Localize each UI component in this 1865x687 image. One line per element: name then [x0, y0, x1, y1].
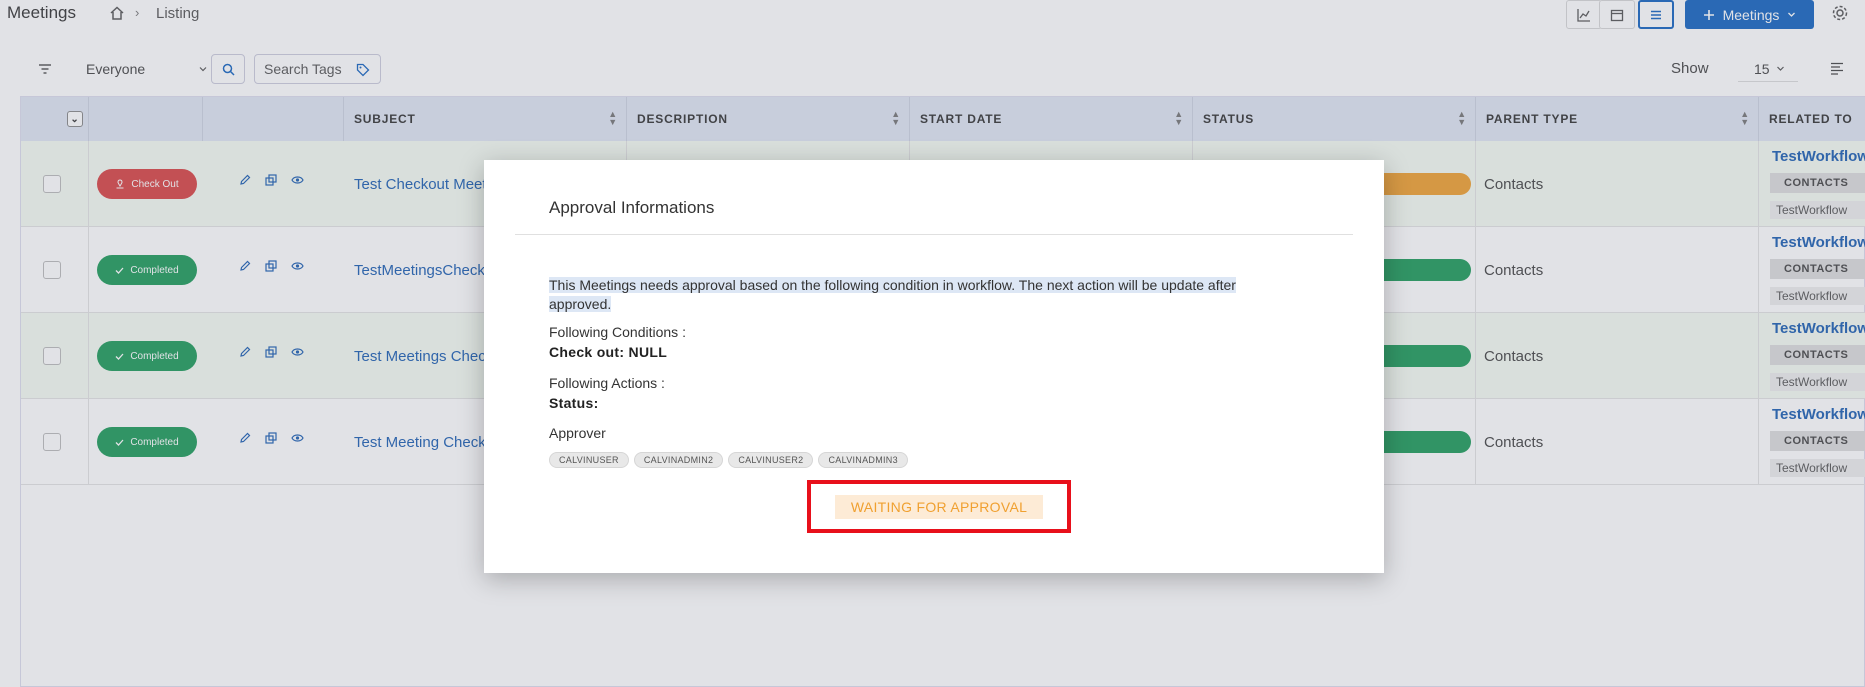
approver-chip: CALVINADMIN2 [633, 452, 724, 468]
approver-chip: CALVINUSER [549, 452, 629, 468]
approval-message: This Meetings needs approval based on th… [549, 277, 1236, 312]
modal-divider [515, 234, 1353, 235]
waiting-highlight-box: WAITING FOR APPROVAL [807, 480, 1071, 533]
approver-chip: CALVINUSER2 [728, 452, 814, 468]
conditions-value: Check out: NULL [549, 344, 668, 360]
approver-label: Approver [549, 425, 606, 441]
actions-label: Following Actions : [549, 375, 665, 391]
waiting-for-approval-badge: WAITING FOR APPROVAL [834, 494, 1044, 519]
modal-title: Approval Informations [549, 198, 715, 217]
approver-chip: CALVINADMIN3 [818, 452, 908, 468]
approval-info-modal: Approval Informations This Meetings need… [484, 160, 1384, 573]
conditions-label: Following Conditions : [549, 324, 686, 340]
approver-list: CALVINUSER CALVINADMIN2 CALVINUSER2 CALV… [549, 452, 908, 468]
actions-value: Status: [549, 395, 599, 411]
